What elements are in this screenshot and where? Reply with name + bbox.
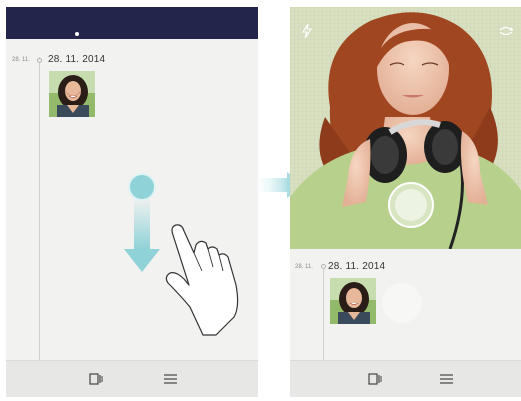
timeline-small-date: 28. 11. — [295, 264, 313, 270]
camera-viewfinder — [290, 7, 521, 249]
left-phone-screen: 28. 11. 28. 11. 2014 — [6, 7, 258, 397]
switch-camera-icon[interactable] — [498, 25, 514, 37]
timeline-small-date: 28. 11. — [12, 57, 30, 63]
photo-thumbnail[interactable] — [49, 71, 95, 117]
timeline-date: 28. 11. 2014 — [328, 261, 386, 272]
photo-thumbnail[interactable] — [330, 278, 376, 324]
status-bar — [6, 7, 258, 39]
gallery-icon[interactable] — [89, 373, 103, 385]
bottom-toolbar — [290, 360, 521, 397]
timeline-date: 28. 11. 2014 — [48, 54, 106, 65]
menu-icon[interactable] — [440, 373, 453, 385]
gallery-icon[interactable] — [368, 373, 382, 385]
swipe-down-gesture-illustration — [124, 173, 239, 336]
timeline-node — [321, 264, 326, 269]
menu-icon[interactable] — [164, 373, 177, 385]
timeline-line — [39, 57, 40, 362]
page-indicator-dot — [75, 32, 79, 36]
new-photo-placeholder — [382, 283, 422, 323]
timeline-line — [323, 269, 324, 364]
bottom-toolbar — [6, 360, 258, 397]
timeline-node — [37, 58, 42, 63]
right-phone-screen: 28. 11. 28. 11. 2014 — [290, 7, 521, 397]
flash-icon[interactable] — [302, 24, 312, 38]
